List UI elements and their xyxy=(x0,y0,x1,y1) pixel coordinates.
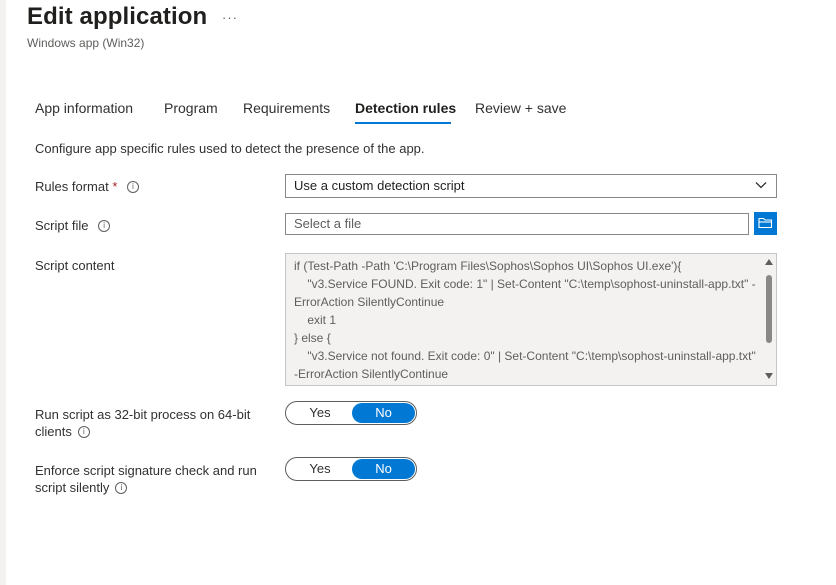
info-icon[interactable]: i xyxy=(77,425,90,438)
left-edge-strip xyxy=(0,0,6,585)
rules-format-value: Use a custom detection script xyxy=(294,178,465,193)
page-subtitle: Windows app (Win32) xyxy=(27,36,145,50)
enforce-signature-toggle[interactable]: Yes No xyxy=(285,457,417,481)
info-icon[interactable]: i xyxy=(98,219,111,232)
enforce-signature-no-option[interactable]: No xyxy=(352,459,415,479)
info-icon[interactable]: i xyxy=(115,481,128,494)
run-32bit-label-line1: Run script as 32-bit process on 64-bit xyxy=(35,407,251,422)
script-content-label: Script content xyxy=(35,257,115,274)
enforce-signature-label: Enforce script signature check and run s… xyxy=(35,462,257,496)
scrollbar-thumb[interactable] xyxy=(766,275,772,343)
folder-open-icon xyxy=(758,217,773,229)
scroll-up-icon[interactable] xyxy=(765,259,773,265)
tab-detection-rules[interactable]: Detection rules xyxy=(355,100,456,116)
rules-format-dropdown[interactable]: Use a custom detection script xyxy=(285,174,777,198)
script-file-input[interactable]: Select a file xyxy=(285,213,749,235)
info-icon[interactable]: i xyxy=(127,180,140,193)
run-32bit-label: Run script as 32-bit process on 64-bit c… xyxy=(35,406,250,440)
script-content-text: if (Test-Path -Path 'C:\Program Files\So… xyxy=(294,259,756,381)
script-file-placeholder: Select a file xyxy=(294,216,362,231)
browse-file-button[interactable] xyxy=(754,212,777,235)
enforce-signature-label-line1: Enforce script signature check and run xyxy=(35,463,257,478)
scroll-down-icon[interactable] xyxy=(765,373,773,379)
intro-text: Configure app specific rules used to det… xyxy=(35,141,425,156)
required-asterisk: * xyxy=(112,179,118,194)
script-file-label: Script file i xyxy=(35,217,111,234)
tab-app-information[interactable]: App information xyxy=(35,100,133,116)
tab-program[interactable]: Program xyxy=(164,100,218,116)
tab-review-save[interactable]: Review + save xyxy=(475,100,566,116)
script-content-textarea[interactable]: if (Test-Path -Path 'C:\Program Files\So… xyxy=(285,253,777,386)
active-tab-indicator xyxy=(355,122,451,124)
run-32bit-toggle[interactable]: Yes No xyxy=(285,401,417,425)
page-title: Edit application xyxy=(27,3,208,30)
enforce-signature-yes-option[interactable]: Yes xyxy=(288,458,352,480)
run-32bit-label-line2: clients xyxy=(35,424,72,439)
rules-format-label: Rules format * i xyxy=(35,178,140,195)
script-file-label-text: Script file xyxy=(35,218,89,233)
chevron-down-icon xyxy=(755,182,767,189)
more-options-button[interactable]: ··· xyxy=(222,10,238,25)
script-scrollbar[interactable] xyxy=(762,254,776,385)
run-32bit-yes-option[interactable]: Yes xyxy=(288,402,352,424)
enforce-signature-label-line2: script silently xyxy=(35,480,110,495)
script-content-label-text: Script content xyxy=(35,258,115,273)
tab-requirements[interactable]: Requirements xyxy=(243,100,330,116)
rules-format-label-text: Rules format xyxy=(35,179,109,194)
run-32bit-no-option[interactable]: No xyxy=(352,403,415,423)
